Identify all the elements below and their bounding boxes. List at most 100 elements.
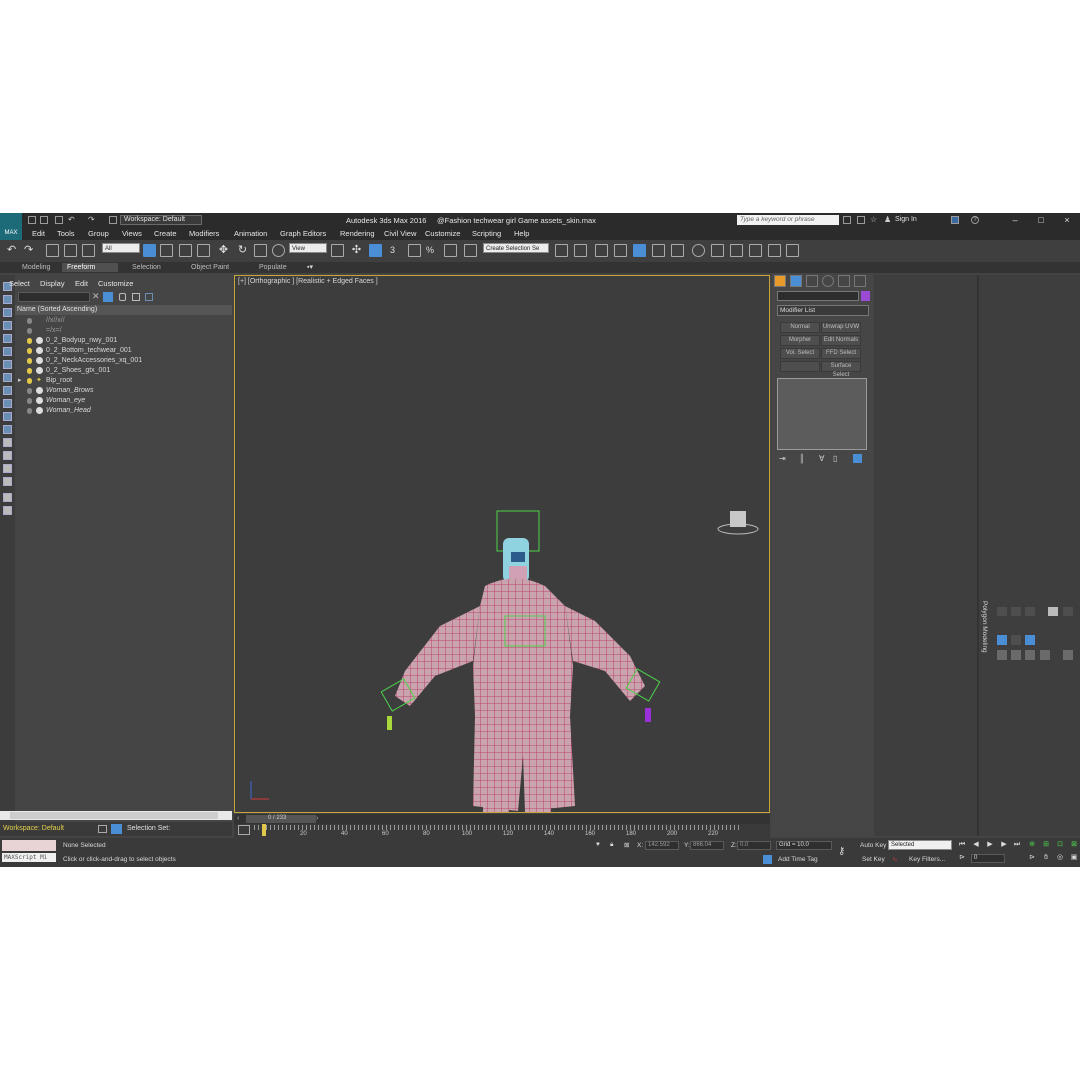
poly-tool-icon[interactable] [997, 635, 1007, 645]
explorer-row[interactable]: =/x=/ [15, 326, 232, 336]
modifier-button-normal[interactable]: Normal [780, 322, 820, 333]
visibility-bulb-icon[interactable] [27, 318, 32, 324]
sort-toggle-icon[interactable] [103, 292, 113, 302]
shapes-filter-icon[interactable] [3, 334, 12, 343]
tab-freeform[interactable]: Freeform [62, 263, 118, 272]
polygon-modeling-label[interactable]: Polygon Modeling [981, 601, 988, 653]
binoculars-icon[interactable] [843, 216, 851, 224]
explorer-menu-display[interactable]: Display [40, 279, 65, 288]
explorer-row[interactable]: Woman_Brows [15, 386, 232, 396]
pan-view-icon[interactable]: ✋︎ [1042, 854, 1050, 862]
current-frame-field[interactable]: 0 [971, 854, 1005, 863]
zoom-extents-all-icon[interactable]: ⊠ [1070, 841, 1078, 849]
explorer-menu-edit[interactable]: Edit [75, 279, 88, 288]
display-all-icon[interactable] [3, 295, 12, 304]
modifier-button-unwrap-uvw[interactable]: Unwrap UVW [821, 322, 861, 333]
modifier-button-edit-normals[interactable]: Edit Normals [821, 335, 861, 346]
explorer-row[interactable]: 0_2_NeckAccessories_xq_001 [15, 356, 232, 366]
exchange-icon[interactable] [951, 216, 959, 224]
lock-icon[interactable] [119, 293, 126, 301]
menu-graph-editors[interactable]: Graph Editors [280, 229, 326, 238]
scale-icon[interactable] [254, 244, 267, 257]
toggle-ribbon-icon[interactable] [614, 244, 627, 257]
containers-filter-icon[interactable] [3, 438, 12, 447]
menu-scripting[interactable]: Scripting [472, 229, 501, 238]
search-input[interactable]: Type a keyword or phrase [737, 215, 839, 225]
configure-modifier-sets-icon[interactable] [853, 454, 862, 463]
create-tab-icon[interactable] [774, 275, 786, 287]
ribbon-options-icon[interactable]: ▪▾ [302, 263, 318, 272]
align-icon[interactable] [574, 244, 587, 257]
invert-display-icon[interactable] [3, 308, 12, 317]
zoom-icon[interactable]: ⊕ [1028, 841, 1036, 849]
modifier-button-empty[interactable] [780, 361, 820, 372]
redo-icon[interactable]: ↷ [24, 244, 37, 257]
tab-object-paint[interactable]: Object Paint [186, 263, 234, 272]
clear-search-icon[interactable]: ✕ [92, 291, 100, 302]
remove-modifier-icon[interactable]: ▯ [833, 454, 837, 463]
angle-snap-icon[interactable] [408, 244, 421, 257]
project-folder-icon[interactable] [109, 216, 117, 224]
snaps-toggle-icon[interactable]: 3 [390, 244, 403, 257]
next-frame-icon[interactable]: › [316, 815, 318, 822]
next-key-icon[interactable]: ▶ [1000, 841, 1008, 849]
explorer-horizontal-scrollbar[interactable] [0, 811, 232, 820]
link-icon[interactable] [46, 244, 59, 257]
undo-icon[interactable]: ↶ [7, 244, 20, 257]
poly-tool-icon[interactable] [1025, 650, 1035, 660]
zoom-extents-icon[interactable]: ⊡ [1056, 841, 1064, 849]
layers-icon[interactable] [98, 825, 107, 833]
mirror-icon[interactable] [555, 244, 568, 257]
open-file-icon[interactable] [40, 216, 48, 224]
orbit-icon[interactable]: ◎ [1056, 854, 1064, 862]
zoom-all-icon[interactable]: ⊞ [1042, 841, 1050, 849]
unlink-icon[interactable] [64, 244, 77, 257]
key-selection-dropdown[interactable]: Selected [888, 840, 952, 850]
maximize-button[interactable]: □ [1031, 214, 1051, 226]
menu-modifiers[interactable]: Modifiers [189, 229, 219, 238]
visibility-bulb-icon[interactable] [27, 358, 32, 364]
maxscript-mini-listener[interactable]: MAXScript Mi [2, 853, 56, 862]
show-end-result-icon[interactable]: ║ [799, 454, 805, 463]
space-warps-filter-icon[interactable] [3, 386, 12, 395]
poly-tool-icon[interactable] [997, 650, 1007, 660]
render-in-cloud-icon[interactable] [786, 244, 799, 257]
absolute-mode-icon[interactable]: ⊠ [624, 841, 629, 849]
user-icon[interactable]: ♟ [884, 216, 892, 224]
redo-icon[interactable]: ↷ [88, 216, 96, 224]
explorer-row[interactable]: Woman_eye [15, 396, 232, 406]
funnel-icon[interactable] [3, 493, 12, 502]
layer-filter-icon[interactable] [3, 477, 12, 486]
visibility-bulb-icon[interactable] [27, 338, 32, 344]
pivot-center-icon[interactable] [331, 244, 344, 257]
sign-in-link[interactable]: Sign In [895, 216, 917, 223]
spinner-snap-icon[interactable] [444, 244, 457, 257]
render-setup-icon[interactable] [711, 244, 724, 257]
helpers-filter-icon[interactable] [3, 373, 12, 382]
motion-tab-icon[interactable] [822, 275, 834, 287]
utilities-tab-icon[interactable] [854, 275, 866, 287]
dependency-icon[interactable] [3, 506, 12, 515]
explorer-column-header[interactable]: Name (Sorted Ascending) [15, 305, 232, 315]
tab-selection[interactable]: Selection [127, 263, 166, 272]
modifier-button-morpher[interactable]: Morpher [780, 335, 820, 346]
explorer-row[interactable]: 0_2_Shoes_gtx_001 [15, 366, 232, 376]
key-mode-icon[interactable]: ∿ [892, 855, 897, 863]
goto-start-icon[interactable]: ⏮ [958, 841, 966, 849]
key-filters-button[interactable]: Key Filters... [909, 856, 945, 863]
explorer-find-input[interactable] [18, 292, 90, 302]
workspace-dropdown[interactable]: Workspace: Default [120, 215, 202, 225]
visibility-bulb-icon[interactable] [27, 388, 32, 394]
z-coord-field[interactable]: 0.0 [737, 841, 771, 850]
modifier-list-dropdown[interactable]: Modifier List [777, 305, 869, 316]
menu-customize[interactable]: Customize [425, 229, 460, 238]
percent-snap-icon[interactable]: % [426, 244, 439, 257]
hidden-filter-icon[interactable] [3, 464, 12, 473]
render-production-icon[interactable] [749, 244, 762, 257]
keyboard-shortcut-toggle-icon[interactable] [369, 244, 382, 257]
poly-tool-icon[interactable] [1025, 607, 1035, 616]
workspace-selector[interactable]: Workspace: Default [3, 825, 64, 832]
layer-explorer-icon[interactable] [595, 244, 608, 257]
app-logo[interactable]: MAX [0, 213, 22, 240]
bones-filter-icon[interactable] [3, 425, 12, 434]
